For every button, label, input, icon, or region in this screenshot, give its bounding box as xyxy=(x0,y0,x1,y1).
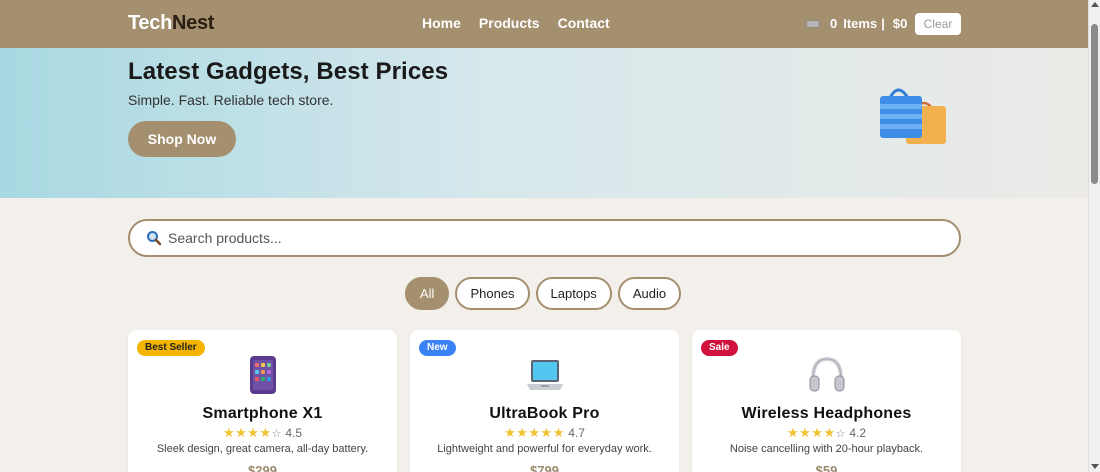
cart-separator: | xyxy=(881,16,885,31)
logo-part-2: Nest xyxy=(172,12,215,34)
product-description: Lightweight and powerful for everyday wo… xyxy=(437,443,652,455)
scroll-up-arrow-icon[interactable] xyxy=(1091,2,1099,7)
product-name: UltraBook Pro xyxy=(489,405,600,422)
scrollbar-thumb[interactable] xyxy=(1091,24,1098,184)
product-card[interactable]: New UltraBook Pro ★★★★★ 4.7 Lightweight … xyxy=(410,330,679,472)
product-name: Wireless Headphones xyxy=(741,405,912,422)
filter-all[interactable]: All xyxy=(405,277,450,310)
hero-banner: Latest Gadgets, Best Prices Simple. Fast… xyxy=(0,48,1088,198)
nav-contact[interactable]: Contact xyxy=(558,15,610,31)
badge-sale: Sale xyxy=(701,340,738,356)
product-grid: Best Seller Smartphone X1 ★★★★☆ 4.5 Slee… xyxy=(128,330,961,472)
product-price: $799 xyxy=(530,463,559,472)
product-price: $59 xyxy=(815,463,838,472)
nav-home[interactable]: Home xyxy=(422,15,461,31)
header: TechNest Home Products Contact 0 Items |… xyxy=(0,0,1088,48)
hero-subtitle: Simple. Fast. Reliable tech store. xyxy=(128,92,334,108)
filter-phones[interactable]: Phones xyxy=(455,277,530,310)
page: TechNest Home Products Contact 0 Items |… xyxy=(0,0,1088,472)
main-nav: Home Products Contact xyxy=(422,15,610,31)
product-name: Smartphone X1 xyxy=(202,405,323,422)
shopping-bags-icon xyxy=(876,76,948,153)
badge-best-seller: Best Seller xyxy=(137,340,205,356)
badge-new: New xyxy=(419,340,456,356)
magnifier-icon xyxy=(146,230,162,246)
cart-count: 0 xyxy=(830,16,838,31)
cart-items-label: Items xyxy=(843,16,878,31)
filter-laptops[interactable]: Laptops xyxy=(535,277,612,310)
search-bar xyxy=(128,219,961,257)
cart-icon xyxy=(806,19,820,29)
headphones-icon xyxy=(807,355,847,395)
cart-summary[interactable]: 0 Items | $0 xyxy=(806,16,907,31)
product-rating: ★★★★☆ 4.2 xyxy=(692,425,961,441)
rating-value: 4.5 xyxy=(285,426,303,440)
laptop-icon xyxy=(525,355,565,395)
filter-audio[interactable]: Audio xyxy=(617,277,682,310)
product-rating: ★★★★☆ 4.5 xyxy=(128,425,397,441)
product-price: $299 xyxy=(248,463,277,472)
star-rating-icon: ★★★★☆ xyxy=(222,425,282,440)
category-filters: All Phones Laptops Audio xyxy=(405,277,682,310)
cart-total: $0 xyxy=(892,16,908,31)
logo-part-1: Tech xyxy=(128,12,172,34)
nav-products[interactable]: Products xyxy=(479,15,540,31)
vertical-scrollbar[interactable] xyxy=(1088,0,1100,472)
product-card[interactable]: Sale Wireless Headphones ★★★★☆ 4.2 Noise… xyxy=(692,330,961,472)
hero-title: Latest Gadgets, Best Prices xyxy=(128,58,449,85)
rating-value: 4.7 xyxy=(568,426,585,440)
product-rating: ★★★★★ 4.7 xyxy=(410,425,679,441)
shop-now-button[interactable]: Shop Now xyxy=(128,121,236,157)
rating-value: 4.2 xyxy=(849,426,867,440)
star-rating-icon: ★★★★☆ xyxy=(786,425,846,440)
product-description: Sleek design, great camera, all-day batt… xyxy=(156,443,369,455)
search-input[interactable] xyxy=(168,230,928,246)
clear-cart-button[interactable]: Clear xyxy=(915,13,961,35)
scroll-down-arrow-icon[interactable] xyxy=(1091,464,1099,469)
product-card[interactable]: Best Seller Smartphone X1 ★★★★☆ 4.5 Slee… xyxy=(128,330,397,472)
tablet-icon xyxy=(243,355,283,395)
star-rating-icon: ★★★★★ xyxy=(504,425,565,440)
logo[interactable]: TechNest xyxy=(128,12,214,35)
product-description: Noise cancelling with 20-hour playback. xyxy=(729,443,924,455)
